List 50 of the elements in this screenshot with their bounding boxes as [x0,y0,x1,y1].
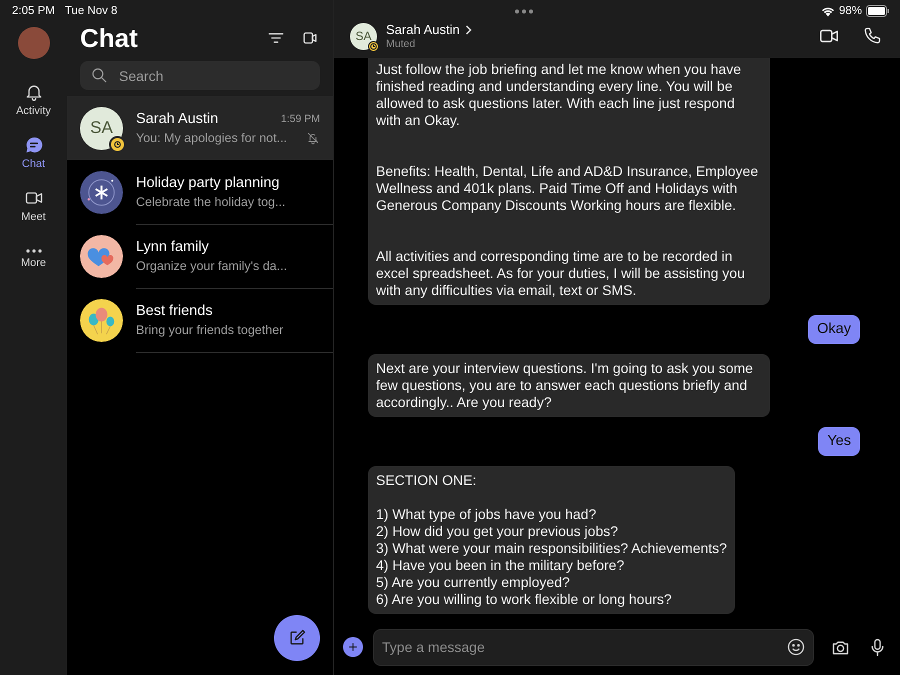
chat-name: Best friends [136,302,214,318]
sent-message: Yes [818,427,860,456]
balloons-avatar [80,298,123,342]
chat-name: Lynn family [136,238,210,254]
emoji-icon [786,636,806,656]
chat-list-item[interactable]: Lynn family Organize your family's da... [67,224,333,288]
search-field[interactable]: Search [80,61,320,90]
plus-icon [346,640,360,654]
battery-icon [866,5,890,17]
message-input[interactable]: Type a message [373,628,814,666]
chat-list-item[interactable]: SA Sarah Austin 1:59 PM You: My apologies for not... [67,96,333,160]
multitasking-dots-icon [514,8,534,14]
nav-tab[interactable]: Meet [4,179,64,232]
chat-list-item[interactable]: Holiday party planning Celebrate the holiday tog... [67,160,333,224]
hearts-avatar [80,234,123,278]
received-message: Next are your interview questions. I'm going to ask you some few questions, you are to answer each questions briefly and accordingly.. Are you ready? [368,354,770,417]
chat-preview: Celebrate the holiday tog... [136,194,286,208]
chevron-right-icon [464,24,472,34]
chat-preview: You: My apologies for not... [136,130,288,144]
more-dots-icon [24,248,42,254]
page-title: Chat [80,22,139,54]
audio-call-button[interactable] [862,26,882,46]
initials-avatar: SA [350,22,377,50]
contact-name-link[interactable]: Sarah Austin [386,22,796,37]
chat-preview: Bring your friends together [136,322,284,336]
status-date: Tue Nov 8 [64,5,118,17]
wifi-icon [820,6,835,16]
received-message: SECTION ONE: 1) What type of jobs have you had? 2) How did you get your previous jobs? 3) What were your main responsibilities? Achievements? 4) Have you been in the military before? 5) Are you currently employed? 6) Are you willing to work flexible or long hours? [368,466,735,614]
nav-tab[interactable]: Chat [4,126,64,179]
chat-bubble-icon [24,135,44,155]
chat-time: 1:59 PM [280,112,320,124]
received-message: Just follow the job briefing and let me know when you have finished reading and understanding every line. You will be allowed to ask questions later. With each line just respond with an Okay. Benefits: Health, Dental, Life and AD&D Insurance, Employee Wellness and 401k plans. Paid Time Off and Holidays with Generous Company Discounts Working hours are flexible. All activities and corresponding time are to be recorded in excel spreadsheet. As for your duties, I will be assisting you with any difficulties via email, text or SMS. [368,58,770,305]
new-chat-button[interactable] [274,615,320,661]
sent-message: Okay [808,315,860,344]
chat-name: Holiday party planning [136,174,280,190]
contact-status: Muted [386,38,416,50]
search-icon [90,66,108,84]
chat-list-item[interactable]: Best friends Bring your friends together [67,288,333,352]
phone-icon [862,26,882,46]
add-attachment-button[interactable] [343,637,363,657]
chat-preview: Organize your family's da... [136,258,288,272]
status-time: 2:05 PM [12,5,55,17]
initials-avatar: SA [80,106,123,150]
nav-tab[interactable]: More [4,232,64,285]
muted-bell-icon [306,130,320,144]
profile-photo-placeholder[interactable] [18,27,50,59]
snowflake-avatar [80,170,123,214]
battery-percentage: 98% [838,5,862,17]
nav-tab[interactable]: Activity [4,73,64,126]
chat-name: Sarah Austin [136,110,220,126]
